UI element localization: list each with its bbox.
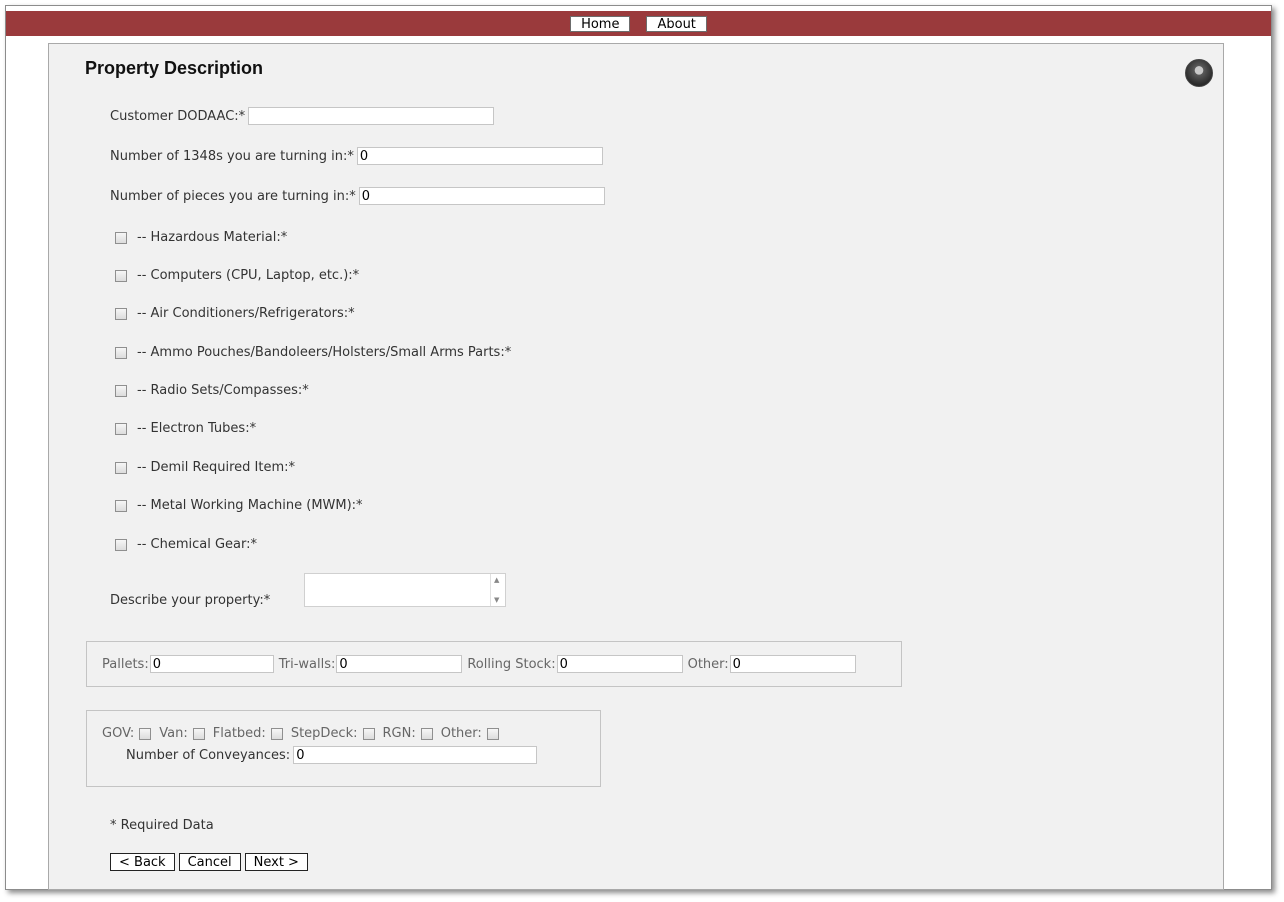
num-1348-label: Number of 1348s you are turning in:* [110, 148, 354, 164]
top-nav-bar: Home About [6, 11, 1271, 36]
scroll-up-icon[interactable]: ▲ [494, 576, 499, 584]
num-pieces-label: Number of pieces you are turning in:* [110, 188, 356, 204]
num-pieces-input[interactable] [358, 187, 605, 205]
van-label: Van: [159, 726, 188, 741]
metal-working-machine-label: -- Metal Working Machine (MWM):* [137, 498, 363, 513]
other-vehicle-label: Other: [440, 726, 482, 741]
demil-required-checkbox[interactable] [115, 461, 127, 474]
air-conditioners-checkbox[interactable] [115, 307, 127, 320]
rolling-stock-label: Rolling Stock: [467, 656, 556, 672]
footer-buttons: < Back Cancel Next > [110, 853, 312, 871]
air-conditioners-label: -- Air Conditioners/Refrigerators:* [137, 306, 355, 321]
electron-tubes-label: -- Electron Tubes:* [137, 421, 257, 436]
cancel-button[interactable]: Cancel [178, 853, 241, 871]
air-conditioners-row: -- Air Conditioners/Refrigerators:* [115, 306, 355, 321]
num-1348-input[interactable] [356, 147, 603, 165]
chemical-gear-label: -- Chemical Gear:* [137, 537, 257, 552]
hazardous-material-checkbox[interactable] [115, 231, 127, 244]
scroll-down-icon[interactable]: ▼ [494, 596, 499, 604]
num-1348-row: Number of 1348s you are turning in:* [110, 147, 603, 165]
dodaac-label: Customer DODAAC:* [110, 108, 246, 124]
triwalls-label: Tri-walls: [278, 656, 336, 672]
radio-sets-checkbox[interactable] [115, 384, 127, 397]
van-checkbox[interactable] [192, 727, 205, 740]
other-container-input[interactable] [729, 655, 856, 673]
flatbed-checkbox[interactable] [270, 727, 283, 740]
other-container-label: Other: [687, 656, 729, 672]
textarea-scrollbar[interactable]: ▲ ▼ [490, 574, 505, 606]
gov-checkbox[interactable] [139, 727, 152, 740]
triwalls-input[interactable] [336, 655, 463, 673]
metal-working-machine-row: -- Metal Working Machine (MWM):* [115, 498, 363, 513]
describe-property-textarea[interactable]: ▲ ▼ [304, 573, 506, 607]
conveyances-input[interactable] [293, 746, 538, 764]
ammo-pouches-row: -- Ammo Pouches/Bandoleers/Holsters/Smal… [115, 345, 511, 360]
describe-label-row: Describe your property:* [110, 593, 270, 608]
demil-required-label: -- Demil Required Item:* [137, 460, 296, 475]
rolling-stock-input[interactable] [556, 655, 683, 673]
pallets-label: Pallets: [102, 656, 149, 672]
pallets-input[interactable] [149, 655, 274, 673]
gov-label: GOV: [102, 726, 135, 741]
rgn-label: RGN: [382, 726, 416, 741]
vehicle-types-row: GOV: Van: Flatbed: StepDeck: RGN: Other: [102, 726, 499, 741]
containers-row: Pallets: Tri-walls: Rolling Stock: Other… [102, 655, 856, 673]
property-description-panel: Property Description Customer DODAAC:* N… [48, 43, 1224, 890]
demil-required-row: -- Demil Required Item:* [115, 460, 295, 475]
other-vehicle-checkbox[interactable] [486, 727, 499, 740]
electron-tubes-checkbox[interactable] [115, 422, 127, 435]
computers-label: -- Computers (CPU, Laptop, etc.):* [137, 268, 360, 283]
hazardous-material-row: -- Hazardous Material:* [115, 230, 287, 245]
vehicles-box: GOV: Van: Flatbed: StepDeck: RGN: Other:… [86, 710, 601, 787]
conveyances-label: Number of Conveyances: [126, 747, 291, 763]
required-note-row: * Required Data [110, 818, 214, 833]
chemical-gear-checkbox[interactable] [115, 538, 127, 551]
describe-label: Describe your property:* [110, 593, 271, 608]
stepdeck-label: StepDeck: [290, 726, 358, 741]
dodaac-row: Customer DODAAC:* [110, 107, 495, 125]
next-button[interactable]: Next > [244, 853, 308, 871]
metal-working-machine-checkbox[interactable] [115, 499, 127, 512]
chemical-gear-row: -- Chemical Gear:* [115, 537, 257, 552]
dodaac-input[interactable] [248, 107, 495, 125]
hazardous-material-label: -- Hazardous Material:* [137, 230, 288, 245]
agency-seal-icon [1185, 59, 1213, 87]
conveyances-row: Number of Conveyances: [126, 746, 538, 764]
containers-box: Pallets: Tri-walls: Rolling Stock: Other… [86, 641, 902, 687]
page-title: Property Description [85, 58, 264, 78]
flatbed-label: Flatbed: [212, 726, 266, 741]
electron-tubes-row: -- Electron Tubes:* [115, 421, 256, 436]
ammo-pouches-label: -- Ammo Pouches/Bandoleers/Holsters/Smal… [137, 345, 512, 360]
num-pieces-row: Number of pieces you are turning in:* [110, 187, 605, 205]
browser-frame: Home About Property Description Customer… [5, 5, 1272, 890]
rgn-checkbox[interactable] [420, 727, 433, 740]
ammo-pouches-checkbox[interactable] [115, 346, 127, 359]
home-nav-button[interactable]: Home [570, 15, 631, 32]
radio-sets-label: -- Radio Sets/Compasses:* [137, 383, 309, 398]
radio-sets-row: -- Radio Sets/Compasses:* [115, 383, 309, 398]
stepdeck-checkbox[interactable] [362, 727, 375, 740]
computers-row: -- Computers (CPU, Laptop, etc.):* [115, 268, 359, 283]
computers-checkbox[interactable] [115, 269, 127, 282]
about-nav-button[interactable]: About [646, 15, 707, 32]
required-data-note: * Required Data [110, 818, 214, 833]
back-button[interactable]: < Back [110, 853, 175, 871]
